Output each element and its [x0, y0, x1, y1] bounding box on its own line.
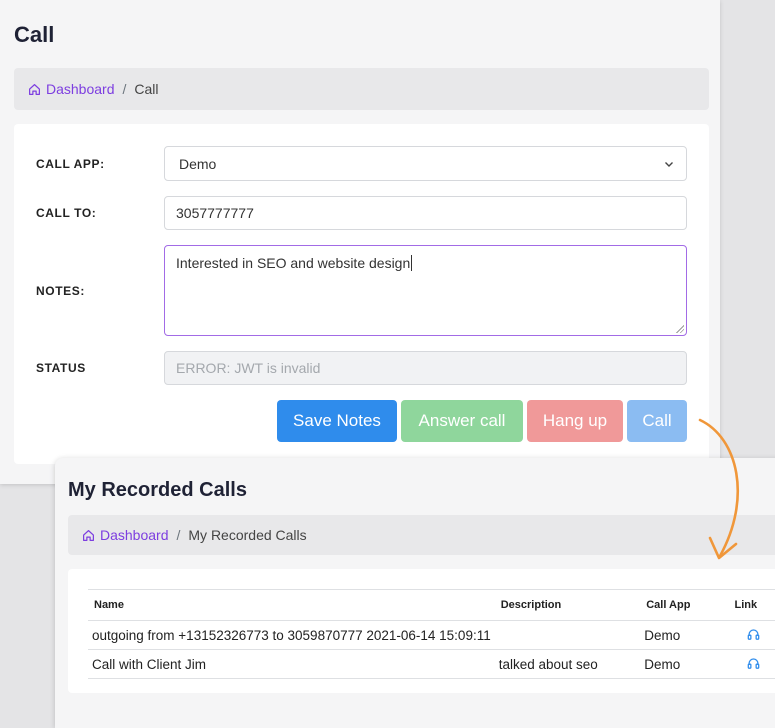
breadcrumb-separator: /: [122, 81, 127, 97]
recorded-calls-title: My Recorded Calls: [68, 479, 247, 501]
recorded-calls-panel: My Recorded Calls Dashboard / My Recorde…: [55, 458, 775, 728]
status-field: ERROR: JWT is invalid: [164, 351, 687, 385]
row-name: Call with Client Jim: [88, 649, 495, 679]
call-app-selected-value: Demo: [179, 155, 217, 172]
breadcrumb: Dashboard / Call: [14, 68, 709, 110]
breadcrumb-dashboard-label: Dashboard: [46, 81, 115, 97]
call-app-label: CALL APP:: [36, 157, 105, 171]
column-header-call-app: Call App: [640, 589, 729, 621]
table-row: Call with Client Jim talked about seo De…: [88, 649, 775, 679]
notes-label: NOTES:: [36, 284, 85, 298]
row-name: outgoing from +13152326773 to 3059870777…: [88, 620, 495, 650]
save-notes-button[interactable]: Save Notes: [277, 400, 397, 442]
annotation-arrow-icon: [698, 418, 739, 560]
notes-text: Interested in SEO and website design: [176, 255, 411, 271]
column-header-description: Description: [494, 589, 641, 621]
column-header-name: Name: [88, 589, 495, 621]
home-icon: [29, 83, 40, 95]
headphones-icon[interactable]: [747, 628, 760, 643]
breadcrumb-dashboard-link[interactable]: Dashboard: [82, 527, 169, 543]
status-label: STATUS: [36, 361, 86, 375]
breadcrumb-separator: /: [176, 527, 181, 543]
breadcrumb-current: My Recorded Calls: [188, 527, 307, 543]
row-call-app: Demo: [640, 649, 729, 679]
call-form: CALL APP: Demo CALL TO: 3057777777 NOTES…: [14, 124, 709, 464]
answer-call-button[interactable]: Answer call: [401, 400, 523, 442]
breadcrumb-dashboard-link[interactable]: Dashboard: [28, 81, 115, 97]
table-header-row: Name Description Call App Link: [88, 589, 775, 621]
recorded-calls-table: Name Description Call App Link outgoing …: [88, 589, 775, 679]
call-app-select[interactable]: Demo: [164, 146, 687, 181]
call-panel: Call Dashboard / Call CALL APP: Demo CAL…: [0, 0, 720, 484]
call-to-label: CALL TO:: [36, 206, 97, 220]
page-title: Call: [14, 22, 55, 47]
table-row: outgoing from +13152326773 to 3059870777…: [88, 620, 775, 650]
column-header-link: Link: [728, 589, 775, 621]
hang-up-button[interactable]: Hang up: [527, 400, 623, 442]
call-to-input[interactable]: 3057777777: [164, 196, 687, 230]
row-call-app: Demo: [640, 620, 729, 650]
headphones-icon[interactable]: [747, 657, 760, 672]
resize-handle[interactable]: [676, 325, 684, 333]
breadcrumb-current: Call: [134, 81, 159, 97]
recorded-calls-table-card: Name Description Call App Link outgoing …: [68, 569, 775, 693]
notes-textarea[interactable]: Interested in SEO and website design: [164, 245, 687, 336]
breadcrumb-dashboard-label: Dashboard: [100, 527, 169, 543]
home-icon: [83, 529, 94, 541]
row-description: talked about seo: [494, 649, 641, 679]
chevron-down-icon: [665, 161, 673, 167]
row-description: [494, 620, 641, 650]
call-button[interactable]: Call: [627, 400, 687, 442]
recorded-calls-breadcrumb: Dashboard / My Recorded Calls: [68, 515, 775, 555]
